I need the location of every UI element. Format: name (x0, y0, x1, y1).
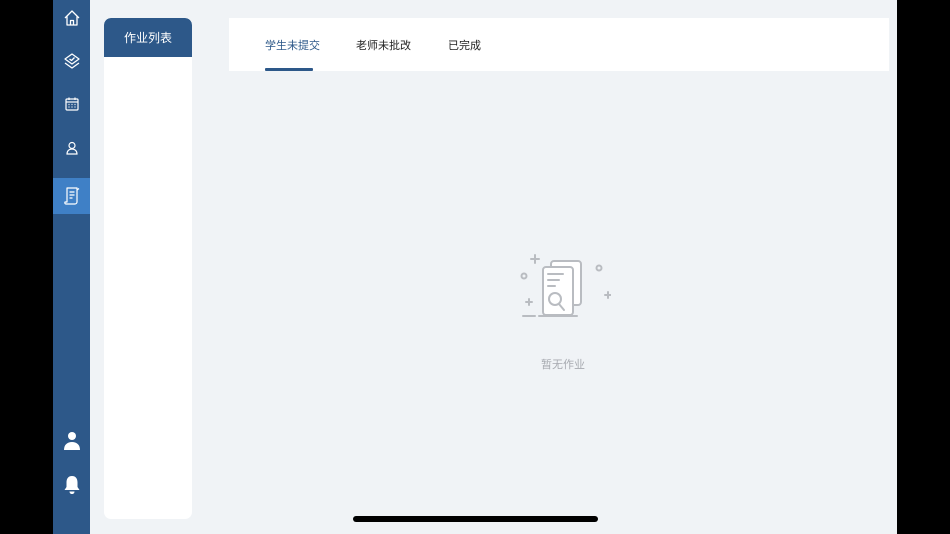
calendar-icon (64, 97, 79, 111)
tab-bar: 学生未提交 老师未批改 已完成 (229, 18, 889, 71)
sidebar (53, 0, 90, 534)
bell-icon (64, 476, 79, 494)
empty-state: 暂无作业 (493, 252, 633, 372)
home-icon (64, 10, 79, 26)
sidebar-item-schedule[interactable] (53, 86, 90, 122)
tab-student-not-submitted[interactable]: 学生未提交 (265, 18, 320, 71)
sidebar-item-courses[interactable] (53, 43, 90, 79)
empty-state-message: 暂无作业 (541, 358, 585, 371)
homework-list-panel: 作业列表 (104, 18, 192, 519)
homework-list-title[interactable]: 作业列表 (104, 18, 192, 57)
layers-icon (63, 53, 80, 69)
home-indicator-bar[interactable] (353, 516, 598, 522)
empty-homework-icon (520, 254, 612, 317)
sidebar-item-account[interactable] (53, 423, 90, 459)
person-filled-icon (63, 432, 80, 450)
sidebar-item-homework[interactable] (53, 178, 90, 214)
active-tab-indicator (265, 68, 313, 71)
tab-teacher-not-graded[interactable]: 老师未批改 (356, 18, 411, 71)
document-icon (63, 187, 79, 205)
app-window: 作业列表 学生未提交 老师未批改 已完成 暂无作业 (53, 0, 897, 534)
sidebar-item-profile[interactable] (53, 130, 90, 166)
sidebar-item-notifications[interactable] (53, 467, 90, 503)
sidebar-item-home[interactable] (53, 0, 90, 36)
user-icon (65, 141, 78, 155)
tab-completed[interactable]: 已完成 (448, 18, 481, 71)
